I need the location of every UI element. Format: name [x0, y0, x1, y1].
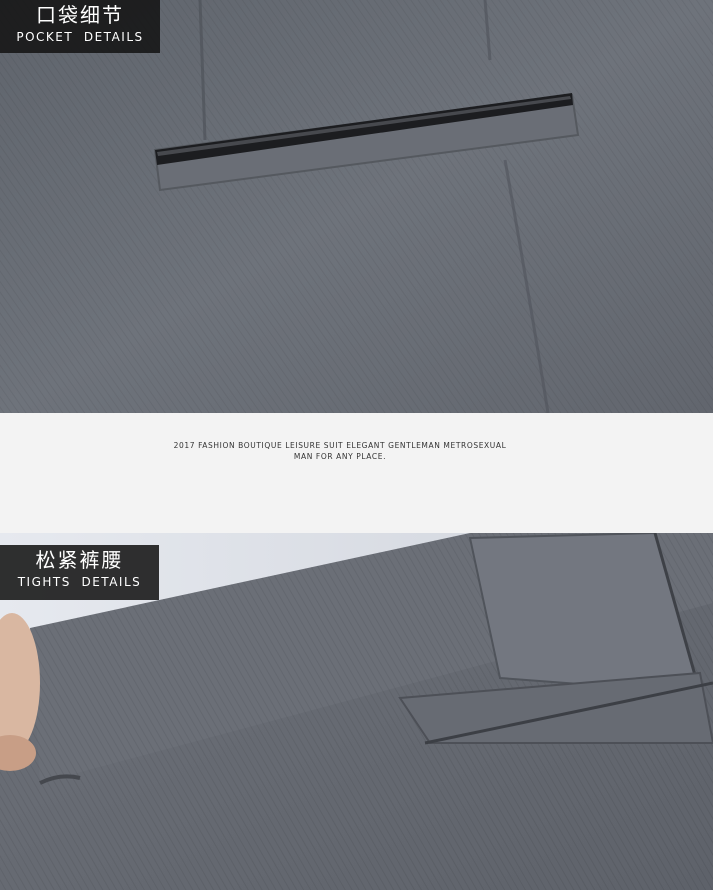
tights-details-label: 松紧裤腰 TIGHTS DETAILS — [0, 545, 159, 600]
pocket-details-label: 口袋细节 POCKET DETAILS — [0, 0, 160, 53]
tagline-text: 2017 FASHION BOUTIQUE LEISURE SUIT ELEGA… — [0, 440, 680, 462]
tagline-line-1: 2017 FASHION BOUTIQUE LEISURE SUIT ELEGA… — [173, 441, 507, 450]
pocket-label-chinese: 口袋细节 — [36, 3, 124, 27]
pocket-detail-photo: 口袋细节 POCKET DETAILS — [0, 0, 713, 413]
pocket-label-english: POCKET DETAILS — [16, 30, 144, 44]
tagline-line-2: MAN FOR ANY PLACE. — [293, 452, 387, 461]
tagline-band: 2017 FASHION BOUTIQUE LEISURE SUIT ELEGA… — [0, 413, 713, 533]
waistband-detail-photo: 松紧裤腰 TIGHTS DETAILS — [0, 533, 713, 890]
tights-label-chinese: 松紧裤腰 — [35, 548, 124, 572]
pocket-fabric-illustration — [0, 0, 713, 413]
tights-label-english: TIGHTS DETAILS — [17, 575, 142, 589]
